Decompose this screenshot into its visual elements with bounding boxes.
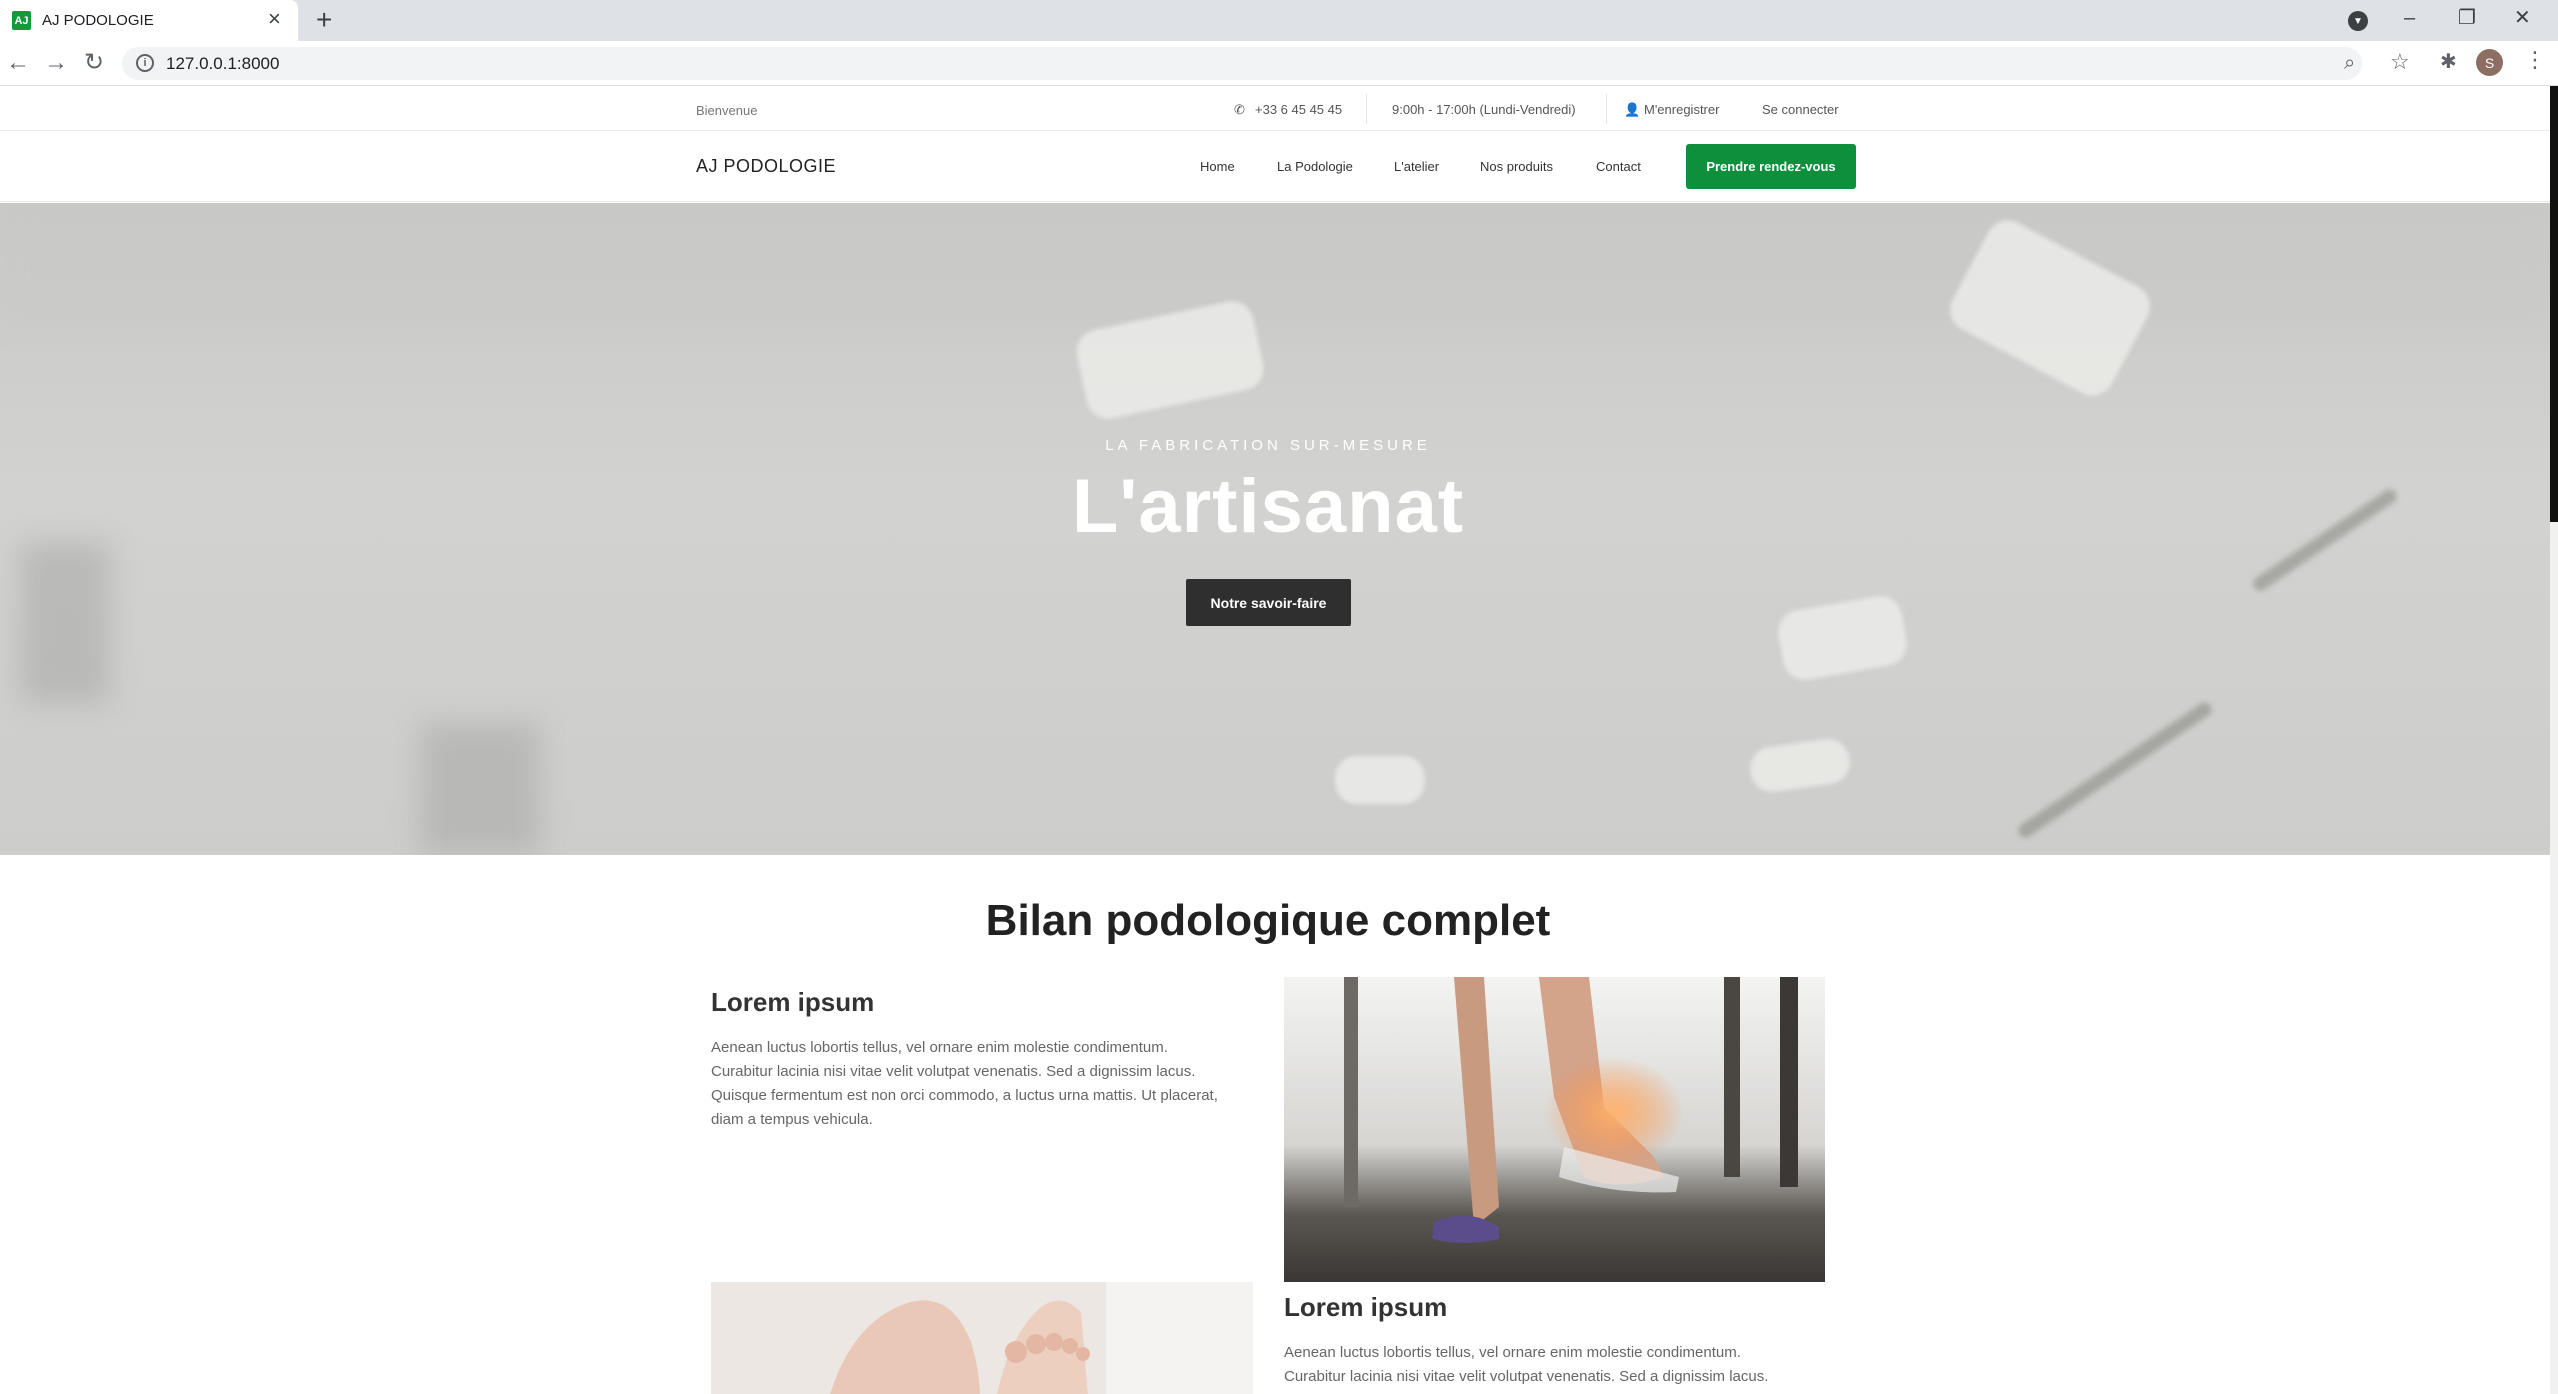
nav-atelier[interactable]: L'atelier (1394, 159, 1439, 174)
zoom-icon[interactable]: ⌕ (2344, 51, 2355, 75)
book-appointment-button[interactable]: Prendre rendez-vous (1686, 144, 1856, 189)
top-info-bar: Bienvenue ✆ +33 6 45 45 45 9:00h - 17:00… (0, 86, 2550, 131)
foot-massage-image (711, 1282, 1253, 1394)
close-window-icon[interactable]: ✕ (2514, 6, 2531, 30)
nav-contact[interactable]: Contact (1596, 159, 1641, 174)
card-heading: Lorem ipsum (1284, 1292, 1448, 1322)
scrollbar-thumb[interactable] (2550, 86, 2558, 522)
forward-icon[interactable]: → (44, 49, 68, 77)
site-info-icon[interactable]: i (136, 54, 154, 72)
site-logo[interactable]: AJ PODOLOGIE (696, 156, 836, 177)
reload-icon[interactable]: ↻ (84, 49, 104, 77)
page-viewport: Bienvenue ✆ +33 6 45 45 45 9:00h - 17:00… (0, 86, 2558, 1394)
card-text: Aenean luctus lobortis tellus, vel ornar… (1284, 1341, 1829, 1389)
card-text-line: Quisque fermentum est non orci commodo, … (711, 1087, 1218, 1104)
section-title: Bilan podologique complet (985, 896, 1551, 945)
treadmill-illustration (1284, 977, 1825, 1282)
hero-bg-shade (20, 543, 110, 703)
hero-bg-light (1747, 736, 1853, 795)
tab-title: AJ PODOLOGIE (42, 12, 154, 29)
treadmill-foot-image (1284, 977, 1825, 1282)
restore-icon[interactable]: ❐ (2458, 6, 2476, 30)
divider (1366, 94, 1367, 124)
browser-menu-icon[interactable]: ⋮ (2524, 47, 2546, 73)
card-text: Aenean luctus lobortis tellus, vel ornar… (711, 1036, 1256, 1132)
page-scrollbar[interactable] (2550, 86, 2558, 1394)
register-link[interactable]: M'enregistrer (1644, 102, 1719, 117)
card-heading: Lorem ipsum (711, 987, 875, 1017)
address-bar[interactable]: i 127.0.0.1:8000 ⌕ (122, 47, 2362, 80)
bookmark-star-icon[interactable]: ☆ (2390, 49, 2410, 75)
login-link[interactable]: Se connecter (1762, 102, 1839, 117)
card-text-line: diam a tempus vehicula. (711, 1111, 873, 1128)
foot-illustration (711, 1282, 1253, 1394)
hero-bg-light (1335, 756, 1425, 804)
favicon-icon: AJ (12, 11, 31, 30)
url-text[interactable]: 127.0.0.1:8000 (166, 54, 279, 74)
main-navbar: AJ PODOLOGIE Home La Podologie L'atelier… (0, 132, 2550, 202)
card-text-line: Curabitur lacinia nisi vitae velit volut… (711, 1063, 1196, 1080)
hero-slider: LA FABRICATION SUR-MESURE L'artisanat No… (0, 203, 2550, 855)
tab-search-icon[interactable]: ▼ (2348, 11, 2368, 31)
browser-toolbar: ← → ↻ i 127.0.0.1:8000 ⌕ ☆ ✱ S ⋮ (0, 41, 2558, 86)
card-text-line: Aenean luctus lobortis tellus, vel ornar… (1284, 1344, 1741, 1361)
hero-bg-light (1774, 592, 1911, 684)
phone-number[interactable]: +33 6 45 45 45 (1255, 102, 1342, 117)
avatar[interactable]: S (2476, 49, 2503, 76)
back-icon[interactable]: ← (6, 49, 30, 77)
nav-podologie[interactable]: La Podologie (1277, 159, 1353, 174)
welcome-text: Bienvenue (696, 103, 758, 118)
hero-title: L'artisanat (1071, 464, 1465, 549)
hero-bg-shade (0, 203, 2550, 323)
hero-bg-shade (420, 723, 540, 855)
hero-cta-button[interactable]: Notre savoir-faire (1186, 579, 1351, 626)
opening-hours: 9:00h - 17:00h (Lundi-Vendredi) (1392, 102, 1576, 117)
nav-produits[interactable]: Nos produits (1480, 159, 1553, 174)
phone-icon: ✆ (1234, 102, 1245, 117)
minimize-icon[interactable]: – (2404, 6, 2415, 30)
new-tab-icon[interactable]: + (316, 5, 332, 35)
close-tab-icon[interactable]: × (268, 8, 281, 30)
browser-tab-bar: AJ AJ PODOLOGIE × + ▼ – ❐ ✕ (0, 0, 2558, 41)
browser-tab[interactable]: AJ AJ PODOLOGIE × (0, 0, 298, 41)
hero-subtitle: LA FABRICATION SUR-MESURE (1105, 437, 1431, 454)
hero-bg-beam (2015, 699, 2215, 841)
nav-home[interactable]: Home (1200, 159, 1235, 174)
extensions-icon[interactable]: ✱ (2440, 49, 2457, 74)
card-text-line: Aenean luctus lobortis tellus, vel ornar… (711, 1039, 1168, 1056)
divider (1606, 94, 1607, 124)
card-text-line: Curabitur lacinia nisi vitae velit volut… (1284, 1368, 1769, 1385)
user-icon: 👤 (1624, 102, 1641, 117)
